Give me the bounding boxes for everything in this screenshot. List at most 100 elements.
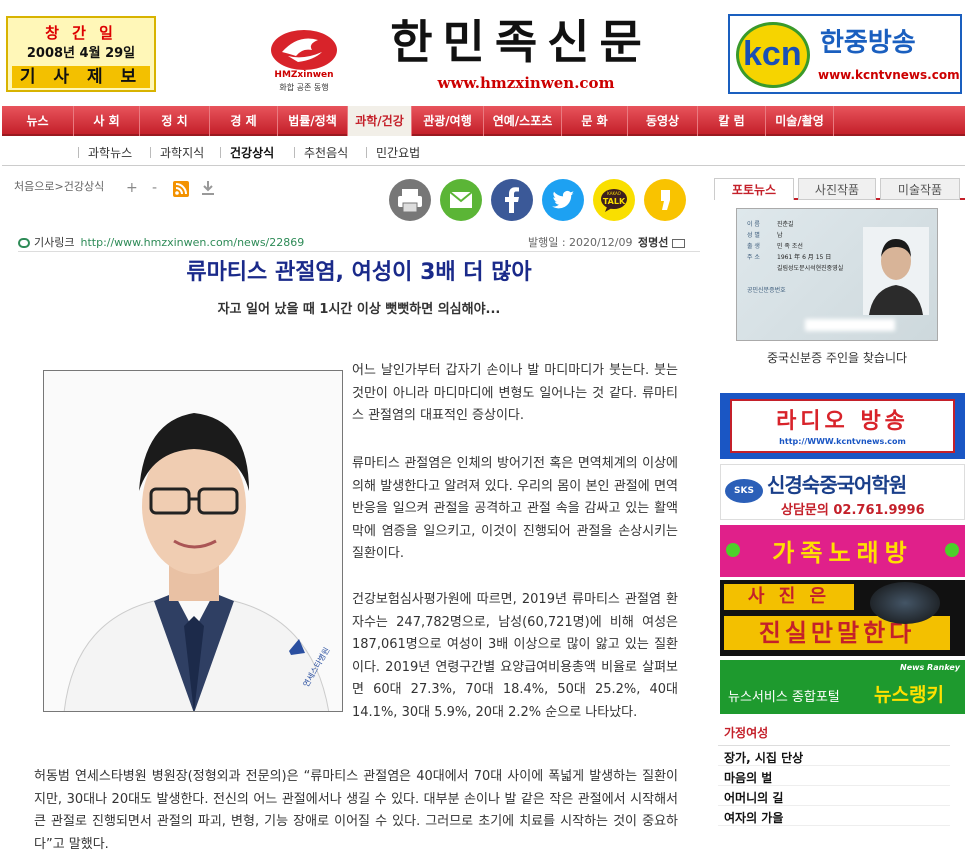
date-box[interactable]: 창 간 일 2008년 4월 29일 기 사 제 보 xyxy=(6,16,156,92)
article-paragraph-1: 어느 날인가부터 갑자기 손이나 발 마디마디가 붓는다. 붓는 것만이 아니라… xyxy=(352,363,678,424)
sidebar-tabs: 포토뉴스 사진작품 미술작품 xyxy=(714,178,965,200)
nav-culture[interactable]: 문 화 xyxy=(562,106,628,136)
doctor-portrait xyxy=(44,371,342,711)
zoom-in-button[interactable]: + xyxy=(126,180,138,196)
subnav-divider xyxy=(78,147,79,158)
kcn-banner[interactable]: kcn 한중방송 www.kcntvnews.com xyxy=(728,14,962,94)
redaction-blur xyxy=(805,319,895,331)
tab-photo-news[interactable]: 포토뉴스 xyxy=(714,178,794,200)
publish-date: 발행일 : 2020/12/09 xyxy=(528,236,633,249)
id-portrait xyxy=(863,227,929,315)
nav-economy[interactable]: 경 제 xyxy=(210,106,278,136)
nav-column[interactable]: 칼 럼 xyxy=(698,106,766,136)
dove-icon xyxy=(271,30,337,70)
print-icon[interactable] xyxy=(389,179,431,221)
hmz-logo[interactable]: HMZxinwen 화합 공존 동행 xyxy=(268,26,340,92)
kakaotalk-label-small: KAKAO xyxy=(607,191,621,196)
nav-politics[interactable]: 정 치 xyxy=(140,106,210,136)
id-card-caption[interactable]: 중국신분증 주인을 찾습니다 xyxy=(736,349,938,366)
nav-law[interactable]: 법률/정책 xyxy=(278,106,348,136)
founding-date: 2008년 4월 29일 xyxy=(26,46,136,61)
nav-news[interactable]: 뉴스 xyxy=(2,106,74,136)
masthead-title[interactable]: 한민족신문 xyxy=(356,14,686,70)
nav-science-health[interactable]: 과학/건강 xyxy=(348,106,412,136)
download-icon[interactable] xyxy=(201,180,215,200)
karaoke-dot-icon xyxy=(726,543,740,557)
kcn-name: 한중방송 xyxy=(820,28,916,58)
link-icon xyxy=(18,238,30,248)
tab-photo-works[interactable]: 사진작품 xyxy=(798,178,876,200)
newsranking-text: 뉴스서비스 종합포털 xyxy=(728,690,840,705)
subnav-divider xyxy=(150,147,151,158)
list-title[interactable]: 가정여성 xyxy=(718,720,950,746)
list-item[interactable]: 장가, 시집 단상 xyxy=(718,746,950,766)
subnav-divider xyxy=(366,147,367,158)
zoom-out-button[interactable]: - xyxy=(152,180,157,196)
id-value: 민 족 조선 xyxy=(777,243,803,250)
subnav-science-news[interactable]: 과학뉴스 xyxy=(88,144,132,161)
breadcrumb-sep: > xyxy=(54,180,64,193)
id-field: 공민신분증번호 xyxy=(747,287,786,294)
camera-lens-icon xyxy=(870,582,940,624)
nav-travel[interactable]: 관광/여행 xyxy=(412,106,484,136)
rss-icon[interactable] xyxy=(173,181,189,197)
kcn-logo-icon: kcn xyxy=(736,22,810,88)
site-url[interactable]: www.hmzxinwen.com xyxy=(406,74,646,92)
tab-art-works[interactable]: 미술작품 xyxy=(880,178,960,200)
id-card-photo[interactable]: 이 름 성 별 출 생 주 소 공민신분증번호 진춘길 남 민 족 조선 196… xyxy=(736,208,938,341)
subnav-divider xyxy=(294,147,295,158)
academy-name: 신경숙중국어학원 xyxy=(767,473,907,497)
kcn-url: www.kcntvnews.com xyxy=(818,68,960,82)
mail-author-icon[interactable] xyxy=(672,238,686,248)
radio-banner[interactable]: 라디오 방송 http://WWW.kcntvnews.com xyxy=(720,393,965,459)
article-headline: 류마티스 관절염, 여성이 3배 더 많아 xyxy=(186,260,532,285)
sks-logo-icon: SKS xyxy=(725,479,763,503)
author-name: 정명선 xyxy=(638,234,686,250)
photo-banner-line1: 사 진 은 xyxy=(724,584,854,610)
hmz-logo-text: HMZxinwen xyxy=(274,70,334,80)
article-meta-bar: 기사링크 http://www.hmzxinwen.com/news/22869 … xyxy=(18,230,700,252)
hmz-tagline: 화합 공존 동행 xyxy=(279,83,329,92)
subnav-science-knowledge[interactable]: 과학지식 xyxy=(160,144,204,161)
article-paragraph-3: 건강보험심사평가원에 따르면, 2019년 류마티스 관절염 환자수는 247,… xyxy=(352,592,678,720)
nav-video[interactable]: 동영상 xyxy=(628,106,698,136)
newsranking-brand: 뉴스랭키 xyxy=(874,684,944,706)
list-item[interactable]: 마음의 벌 xyxy=(718,766,950,786)
karaoke-text: 가족노래방 xyxy=(772,539,913,567)
article-subheadline: 자고 일어 났을 때 1시간 이상 뻣뻣하면 의심해야... xyxy=(217,302,501,317)
article-paragraph-2: 류마티스 관절염은 인체의 방어기전 혹은 면역체계의 이상에 의해 발생한다고… xyxy=(352,456,678,562)
subnav-recommended-food[interactable]: 추천음식 xyxy=(304,144,348,161)
link-label: 기사링크 xyxy=(34,236,75,249)
facebook-icon[interactable] xyxy=(491,179,533,221)
kakaostory-icon[interactable] xyxy=(644,179,686,221)
list-item[interactable]: 어머니의 길 xyxy=(718,786,950,806)
twitter-icon[interactable] xyxy=(542,179,584,221)
radio-url: http://WWW.kcntvnews.com xyxy=(779,437,906,446)
newsranking-banner[interactable]: News Rankey 뉴스서비스 종합포털 뉴스랭키 xyxy=(720,660,965,714)
page-header: 창 간 일 2008년 4월 29일 기 사 제 보 HMZxinwen 화합 … xyxy=(0,0,965,105)
karaoke-banner[interactable]: 가족노래방 xyxy=(720,525,965,577)
academy-banner[interactable]: SKS 신경숙중국어학원 상담문의 02.761.9996 xyxy=(720,464,965,520)
nav-entertainment[interactable]: 연예/스포츠 xyxy=(484,106,562,136)
breadcrumb-home[interactable]: 처음으로 xyxy=(14,180,54,193)
id-value: 진춘길 xyxy=(777,221,794,228)
radio-text: 라디오 방송 xyxy=(776,409,909,434)
nav-society[interactable]: 사 회 xyxy=(74,106,140,136)
breadcrumb-current[interactable]: 건강상식 xyxy=(64,180,104,193)
nav-art[interactable]: 미술/촬영 xyxy=(766,106,834,136)
karaoke-dot-icon xyxy=(945,543,959,557)
author-text: 정명선 xyxy=(638,236,669,249)
article-link[interactable]: 기사링크 http://www.hmzxinwen.com/news/22869 xyxy=(18,234,304,250)
subnav-folk-remedy[interactable]: 민간요법 xyxy=(376,144,420,161)
link-url[interactable]: http://www.hmzxinwen.com/news/22869 xyxy=(80,236,304,249)
id-value: 1961 年 6 月 15 日 xyxy=(777,254,832,261)
kakaotalk-icon[interactable]: KAKAO TALK xyxy=(593,179,635,221)
list-item[interactable]: 여자의 가을 xyxy=(718,806,950,826)
id-value: 길림성도문시석현진중영실 xyxy=(777,265,844,272)
email-icon[interactable] xyxy=(440,179,482,221)
id-value: 남 xyxy=(777,232,783,239)
report-button[interactable]: 기 사 제 보 xyxy=(12,66,150,88)
photo-banner[interactable]: 사 진 은 진실만말한다 xyxy=(720,580,965,656)
subnav-health-tips[interactable]: 건강상식 xyxy=(230,144,274,161)
founding-label: 창 간 일 xyxy=(45,24,117,42)
